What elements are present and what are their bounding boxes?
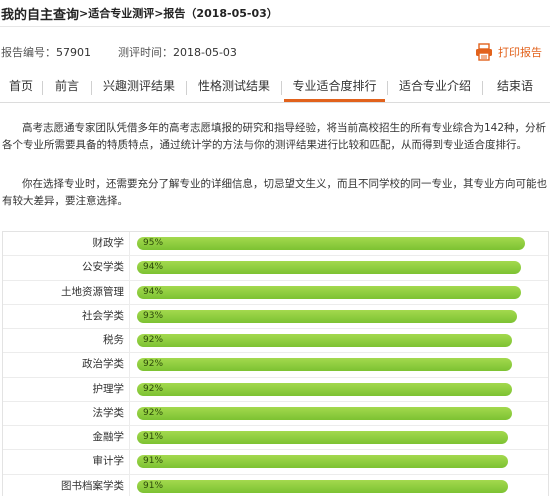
ranking-row: 金融学 91% (3, 426, 548, 451)
fit-bar-track: 91% (137, 479, 543, 493)
fit-bar: 92% (137, 358, 512, 372)
ranking-row: 护理学 92% (3, 377, 548, 402)
tab-major-intro[interactable]: 适合专业介绍 (388, 72, 482, 102)
major-name: 财政学 (92, 237, 125, 249)
fit-percent: 92% (143, 359, 164, 370)
breadcrumb-path: >适合专业测评>报告（2018-05-03） (79, 7, 278, 20)
fit-percent: 94% (143, 286, 164, 297)
fit-percent: 92% (143, 383, 164, 394)
intro-paragraph-1: 高考志愿通专家团队凭借多年的高考志愿填报的研究和指导经验，将当前高校招生的所有专… (2, 122, 547, 151)
column-divider (129, 474, 130, 496)
column-divider (129, 353, 130, 377)
fit-bar: 92% (137, 334, 512, 347)
tab-preface[interactable]: 前言 (43, 72, 91, 102)
major-name: 公安学类 (82, 261, 124, 274)
fit-percent: 94% (143, 262, 164, 273)
ranking-row: 土地资源管理 94% (3, 280, 548, 305)
fit-bar: 93% (137, 309, 517, 323)
column-divider (129, 280, 130, 304)
major-name: 政治学类 (82, 358, 124, 371)
column-divider (129, 450, 130, 474)
column-divider (129, 329, 130, 353)
fit-bar-track: 92% (137, 334, 543, 347)
fit-percent: 91% (143, 432, 164, 442)
breadcrumb: 我的自主查询 >适合专业测评>报告（2018-05-03） (0, 0, 550, 27)
fit-bar: 91% (137, 455, 508, 469)
report-number-value: 57901 (56, 46, 91, 59)
column-divider (129, 304, 130, 328)
ranking-row: 法学类 92% (3, 401, 548, 426)
fit-bar-track: 95% (137, 237, 543, 250)
report-meta: 报告编号：57901 测评时间：2018-05-03 (0, 44, 550, 62)
fit-bar: 92% (137, 406, 512, 420)
report-number: 报告编号：57901 (1, 44, 91, 60)
major-name: 审计学 (92, 455, 125, 468)
tab-interest-result[interactable]: 兴趣测评结果 (92, 72, 186, 102)
intro-paragraph-2: 你在选择专业时，还需要充分了解专业的详细信息，切忌望文生义，而且不同学校的同一专… (2, 178, 547, 207)
fit-bar: 92% (137, 382, 512, 396)
fit-bar-track: 92% (137, 358, 543, 372)
fit-bar: 95% (137, 237, 525, 250)
print-report-label: 打印报告 (498, 46, 542, 59)
breadcrumb-title[interactable]: 我的自主查询 (1, 4, 79, 23)
column-divider (129, 232, 130, 256)
tab-major-ranking[interactable]: 专业适合度排行 (284, 72, 385, 102)
test-time-value: 2018-05-03 (173, 46, 237, 59)
tab-separator (281, 81, 282, 95)
ranking-row: 图书档案学类 91% (3, 474, 548, 496)
fit-percent: 92% (143, 335, 164, 345)
fit-percent: 93% (143, 310, 164, 321)
major-ranking-list: 财政学 95% 公安学类 94% 土地资源管理 94% 社会学类 93% 税务 92% 政治学类 92… (2, 231, 549, 496)
column-divider (129, 426, 130, 450)
tab-home[interactable]: 首页 (0, 72, 42, 102)
fit-bar: 91% (137, 479, 508, 493)
ranking-row: 公安学类 94% (3, 256, 548, 281)
test-time-label: 测评时间： (118, 46, 173, 59)
tab-personality-result[interactable]: 性格测试结果 (187, 72, 281, 102)
fit-percent: 92% (143, 407, 164, 418)
fit-bar-track: 91% (137, 455, 543, 469)
fit-bar: 94% (137, 285, 521, 299)
fit-percent: 91% (143, 480, 164, 491)
fit-bar-track: 92% (137, 382, 543, 396)
major-name: 金融学 (92, 431, 125, 443)
fit-bar-track: 93% (137, 309, 543, 323)
major-name: 税务 (103, 334, 124, 346)
fit-bar-track: 92% (137, 406, 543, 420)
fit-percent: 91% (143, 456, 164, 467)
major-name: 法学类 (92, 406, 125, 419)
fit-bar-track: 94% (137, 285, 543, 299)
ranking-row: 审计学 91% (3, 450, 548, 475)
column-divider (129, 256, 130, 280)
major-name: 土地资源管理 (61, 285, 124, 298)
ranking-row: 财政学 95% (3, 232, 548, 257)
major-name: 社会学类 (82, 309, 124, 322)
column-divider (129, 377, 130, 401)
report-number-label: 报告编号： (1, 46, 56, 59)
major-name: 护理学 (92, 382, 125, 395)
fit-bar: 91% (137, 431, 508, 444)
fit-bar-track: 91% (137, 431, 543, 444)
ranking-row: 税务 92% (3, 329, 548, 354)
major-name: 图书档案学类 (61, 479, 124, 492)
tab-conclusion[interactable]: 结束语 (483, 72, 547, 102)
printer-icon (476, 43, 492, 61)
fit-percent: 95% (143, 238, 164, 248)
test-time: 测评时间：2018-05-03 (118, 44, 237, 60)
column-divider (129, 401, 130, 425)
print-report-button[interactable]: 打印报告 (474, 40, 546, 64)
ranking-row: 社会学类 93% (3, 304, 548, 329)
ranking-row: 政治学类 92% (3, 353, 548, 378)
fit-bar-track: 94% (137, 261, 543, 275)
report-tabs: 首页 前言 兴趣测评结果 性格测试结果 专业适合度排行 适合专业介绍 结束语 (0, 72, 550, 103)
fit-bar: 94% (137, 261, 521, 275)
